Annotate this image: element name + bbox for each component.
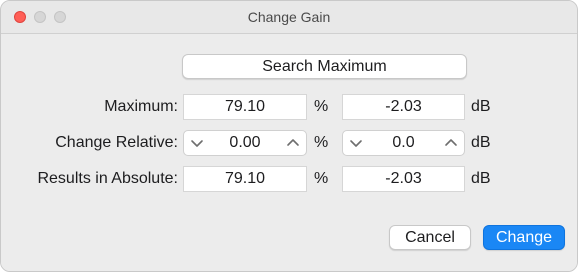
change-relative-percent-unit: % xyxy=(314,134,329,151)
chevron-up-icon[interactable] xyxy=(443,136,459,150)
results-absolute-db-field[interactable]: -2.03 xyxy=(342,166,465,192)
cancel-button[interactable]: Cancel xyxy=(389,225,471,250)
search-maximum-button[interactable]: Search Maximum xyxy=(182,54,467,79)
change-relative-db-value[interactable]: 0.0 xyxy=(369,131,438,155)
results-absolute-label: Results in Absolute: xyxy=(37,170,178,187)
results-absolute-percent-field[interactable]: 79.10 xyxy=(183,166,307,192)
window-title: Change Gain xyxy=(247,9,331,25)
maximum-percent-field[interactable]: 79.10 xyxy=(183,94,307,120)
chevron-down-icon[interactable] xyxy=(348,136,364,150)
title-bar: Change Gain xyxy=(1,1,577,34)
change-button[interactable]: Change xyxy=(483,225,565,250)
maximum-percent-unit: % xyxy=(314,98,329,115)
maximum-db-unit: dB xyxy=(471,98,491,115)
change-relative-label: Change Relative: xyxy=(55,134,178,151)
maximum-db-field[interactable]: -2.03 xyxy=(342,94,465,120)
dialog-content: Search Maximum Maximum: 79.10 % -2.03 dB… xyxy=(1,34,577,271)
chevron-up-icon[interactable] xyxy=(285,136,301,150)
change-relative-db-unit: dB xyxy=(471,134,491,151)
change-relative-db-stepper[interactable]: 0.0 xyxy=(342,130,465,156)
change-relative-percent-stepper[interactable]: 0.00 xyxy=(183,130,307,156)
results-absolute-db-unit: dB xyxy=(471,170,491,187)
results-absolute-percent-unit: % xyxy=(314,170,329,187)
chevron-down-icon[interactable] xyxy=(189,136,205,150)
change-relative-percent-value[interactable]: 0.00 xyxy=(210,131,280,155)
change-gain-dialog: Change Gain Search Maximum Maximum: 79.1… xyxy=(0,0,578,272)
maximum-label: Maximum: xyxy=(104,98,178,115)
